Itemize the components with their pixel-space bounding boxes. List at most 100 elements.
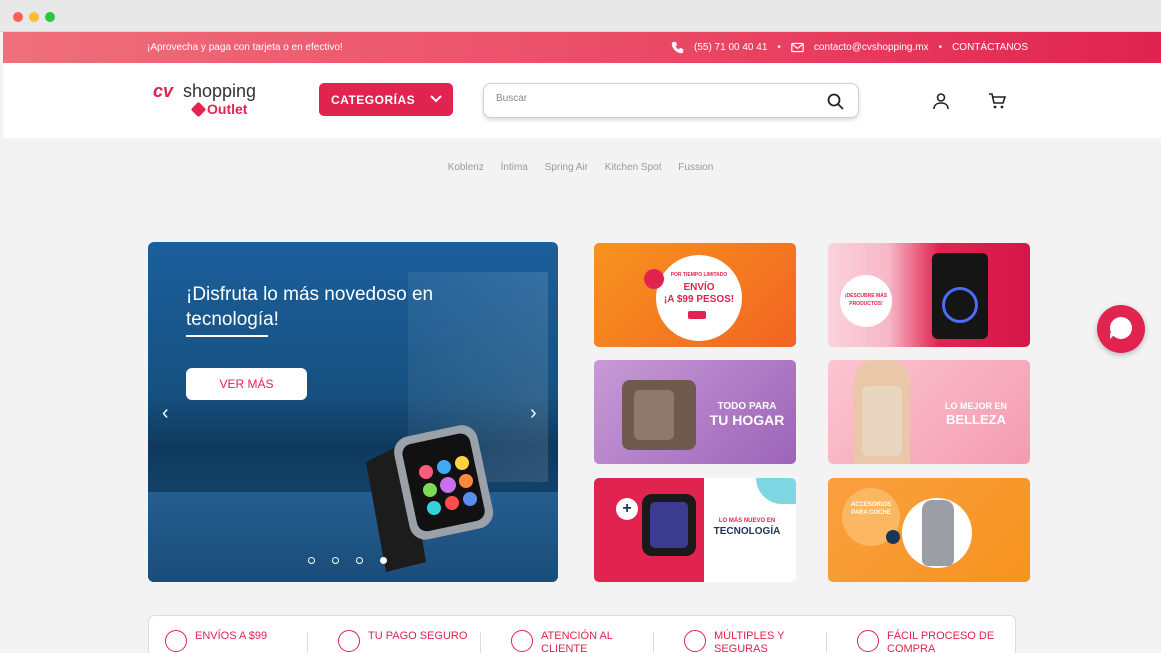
promo-tile-home[interactable]: TODO PARA TU HOGAR: [594, 360, 796, 464]
promo-tile-beauty[interactable]: LO MEJOR EN BELLEZA: [828, 360, 1030, 464]
hero-carousel[interactable]: ¡Disfruta lo más novedoso en tecnología!…: [148, 242, 558, 582]
brand-link-kitchen-spot[interactable]: Kitchen Spot: [605, 162, 662, 173]
cvshopping-outlet-logo[interactable]: cv shopping Outlet: [153, 81, 278, 121]
benefits-bar: ENVÍOS A $99 TU PAGO SEGURO ATENCIÓN AL C…: [148, 615, 1016, 653]
paper-plane-icon: [165, 630, 187, 652]
benefit-shipping: ENVÍOS A $99: [165, 630, 315, 652]
search-input[interactable]: [496, 93, 796, 104]
decor-shape: [756, 478, 796, 504]
beauty-tile-line2: BELLEZA: [946, 412, 1006, 427]
logo-shopping: shopping: [183, 81, 257, 101]
hero-underline: [186, 335, 268, 337]
seat-cover-image: [922, 500, 954, 566]
brand-link-intima[interactable]: Íntima: [501, 162, 528, 173]
benefit-label: ATENCIÓN AL: [541, 630, 613, 642]
minimize-window-dot[interactable]: [29, 12, 39, 22]
carousel-prev-arrow-icon[interactable]: ‹: [162, 402, 169, 425]
divider: [653, 632, 654, 653]
categories-button[interactable]: CATEGORÍAS: [319, 83, 453, 116]
shipping-tile-top: POR TIEMPO LIMITADO: [670, 272, 728, 278]
mail-icon: [791, 42, 804, 53]
see-more-button[interactable]: VER MÁS: [186, 368, 307, 400]
shapewear-image: [862, 386, 902, 456]
carousel-dot[interactable]: [308, 557, 315, 564]
benefit-payment-methods: MÚLTIPLES Y SEGURAS: [684, 630, 834, 653]
benefit-customer-service: ATENCIÓN AL CLIENTE: [511, 630, 661, 653]
brand-link-spring-air[interactable]: Spring Air: [545, 162, 588, 173]
truck-icon: [688, 311, 706, 319]
benefit-label: TU PAGO SEGURO: [368, 630, 468, 642]
logo-outlet: Outlet: [207, 101, 248, 117]
chevron-down-icon: [430, 95, 442, 103]
beauty-tile-line1: LO MEJOR EN: [944, 401, 1007, 411]
benefit-sublabel: CLIENTE: [541, 643, 588, 653]
divider: [307, 632, 308, 653]
email-link[interactable]: contacto@cvshopping.mx: [814, 42, 929, 53]
hero-headline: ¡Disfruta lo más novedoso en tecnología!: [186, 282, 486, 332]
speaker-image: [932, 253, 988, 339]
divider: [826, 632, 827, 653]
smartwatch-thumb-image: [642, 494, 696, 556]
payment-promo-text: ¡Aprovecha y paga con tarjeta o en efect…: [147, 42, 343, 53]
refresh-icon: [857, 630, 879, 652]
brand-links: Koblenz Íntima Spring Air Kitchen Spot F…: [0, 162, 1161, 173]
contact-link[interactable]: CONTÁCTANOS: [952, 42, 1028, 53]
promo-tile-technology[interactable]: + LO MÁS NUEVO EN TECNOLOGÍA: [594, 478, 796, 582]
logo-cv: cv: [153, 81, 174, 101]
shield-icon: [338, 630, 360, 652]
plus-icon: +: [616, 498, 638, 520]
carousel-dot-active[interactable]: [380, 557, 387, 564]
car-tile-line1: ACCESORIOS: [850, 502, 892, 508]
maximize-window-dot[interactable]: [45, 12, 55, 22]
benefit-sublabel: COMPRA: [887, 643, 936, 653]
shipping-tile-line1: ENVÍO: [683, 282, 715, 293]
carousel-next-arrow-icon[interactable]: ›: [530, 402, 537, 425]
promo-tile-discover[interactable]: ¡DESCUBRE MÁS PRODUCTOS!: [828, 243, 1030, 347]
hero-headline-line2: tecnología!: [186, 309, 279, 330]
benefit-easy-checkout: FÁCIL PROCESO DE COMPRA: [857, 630, 1007, 653]
discover-tile-line2: PRODUCTOS!: [849, 301, 883, 307]
home-tile-line2: TU HOGAR: [709, 412, 785, 428]
carousel-indicators: [308, 557, 387, 564]
shopping-cart-icon[interactable]: [988, 92, 1006, 110]
tech-tile-line1: LO MÁS NUEVO EN: [718, 518, 776, 524]
separator-dot: •: [777, 42, 781, 53]
site-header: cv shopping Outlet CATEGORÍAS: [3, 63, 1161, 138]
armchair-cover: [634, 390, 674, 440]
benefit-sublabel: SEGURAS: [714, 643, 768, 653]
benefit-label: ENVÍOS A $99: [195, 630, 268, 642]
home-tile-line1: TODO PARA: [717, 401, 777, 412]
topbar-contact: (55) 71 00 40 41 • contacto@cvshopping.m…: [671, 41, 1028, 54]
promo-tile-car[interactable]: ACCESORIOS PARA COCHE: [828, 478, 1030, 582]
chat-bubble-tail: [1110, 333, 1116, 339]
top-promo-bar: ¡Aprovecha y paga con tarjeta o en efect…: [3, 32, 1161, 63]
separator-dot: •: [938, 42, 943, 53]
browser-titlebar: [0, 0, 1161, 32]
benefit-secure-payment: TU PAGO SEGURO: [338, 630, 488, 652]
discover-tile-line1: ¡DESCUBRE MÁS: [844, 293, 888, 299]
car-tile-line2: PARA COCHE: [851, 510, 891, 516]
search-icon[interactable]: [827, 93, 844, 110]
promo-tile-shipping[interactable]: POR TIEMPO LIMITADO ENVÍO ¡A $99 PESOS!: [594, 243, 796, 347]
brand-link-koblenz[interactable]: Koblenz: [448, 162, 484, 173]
chat-button[interactable]: [1097, 305, 1145, 353]
user-account-icon[interactable]: [932, 92, 950, 110]
hero-headline-line1: ¡Disfruta lo más novedoso en: [186, 284, 434, 305]
carousel-dot[interactable]: [356, 557, 363, 564]
smartwatch-image: [366, 425, 494, 572]
decor-circle: [886, 530, 900, 544]
benefit-label: FÁCIL PROCESO DE: [887, 630, 995, 642]
close-window-dot[interactable]: [13, 12, 23, 22]
shipping-tile-line2: ¡A $99 PESOS!: [663, 294, 735, 305]
phone-number[interactable]: (55) 71 00 40 41: [694, 42, 767, 53]
carousel-dot[interactable]: [332, 557, 339, 564]
cart-icon: [684, 630, 706, 652]
categories-label: CATEGORÍAS: [331, 92, 416, 107]
benefit-label: MÚLTIPLES Y: [714, 630, 785, 642]
tag-icon: [190, 101, 207, 118]
search-box: [483, 83, 859, 118]
divider: [480, 632, 481, 653]
phone-icon: [671, 41, 684, 54]
headset-icon: [511, 630, 533, 652]
brand-link-fussion[interactable]: Fussion: [678, 162, 713, 173]
